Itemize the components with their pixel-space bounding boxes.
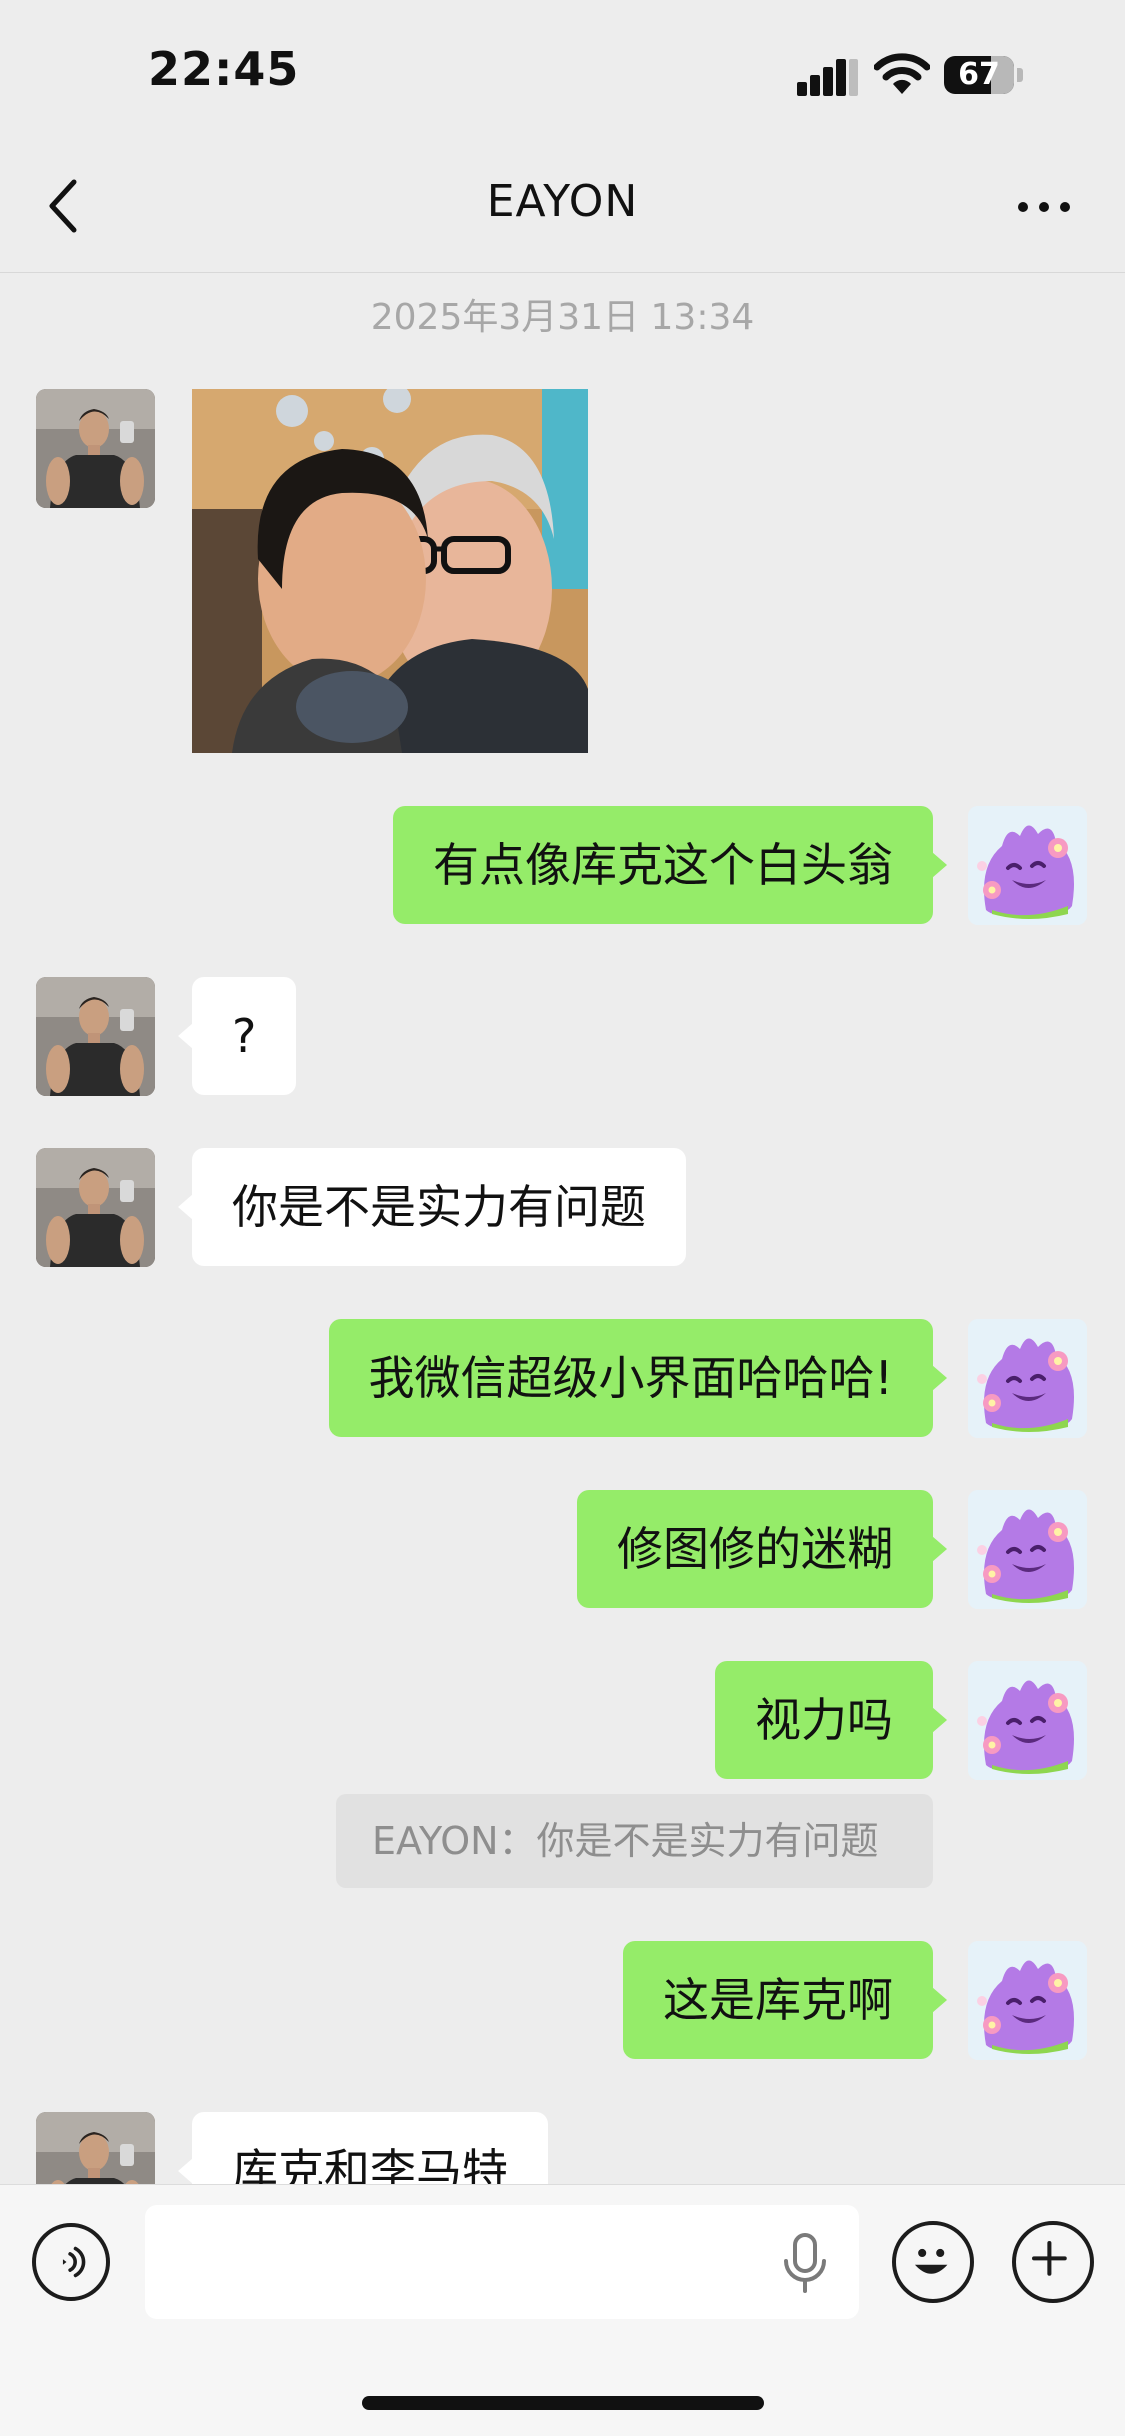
my-avatar[interactable] [968, 806, 1087, 925]
plus-icon [1032, 2241, 1067, 2276]
incoming-message-bubble[interactable]: 你是不是实力有问题 [178, 1148, 686, 1266]
wifi-icon [874, 53, 930, 94]
status-bar: 22:45 67 [0, 0, 1125, 140]
nav-bar: EAYON [0, 140, 1125, 273]
more-options-icon[interactable] [1012, 186, 1076, 226]
outgoing-message-bubble[interactable]: 视力吗 [715, 1661, 947, 1779]
outgoing-message-bubble[interactable]: 我微信超级小界面哈哈哈! [328, 1319, 948, 1437]
add-attachment-button[interactable] [1012, 2221, 1094, 2303]
battery-level: 67 [958, 57, 1000, 92]
microphone-icon[interactable] [782, 2233, 828, 2295]
my-avatar[interactable] [968, 1490, 1087, 1609]
battery-cap [1017, 68, 1023, 82]
message-input[interactable] [145, 2205, 859, 2319]
contact-avatar[interactable] [36, 389, 155, 508]
home-indicator[interactable] [362, 2396, 764, 2410]
outgoing-message-bubble[interactable]: 这是库克啊 [623, 1941, 947, 2059]
chat-title: EAYON [486, 176, 639, 227]
contact-avatar[interactable] [36, 1148, 155, 1267]
outgoing-message-bubble[interactable]: 有点像库克这个白头翁 [393, 806, 947, 924]
my-avatar[interactable] [968, 1941, 1087, 2060]
battery-icon: 67 [944, 56, 1014, 94]
shared-photo[interactable] [192, 389, 588, 753]
smiley-icon [914, 2248, 948, 2274]
outgoing-message-bubble[interactable]: 修图修的迷糊 [577, 1490, 947, 1608]
my-avatar[interactable] [968, 1319, 1087, 1438]
incoming-message-bubble[interactable]: ? [177, 977, 297, 1095]
voice-wave-icon [62, 2246, 86, 2278]
my-avatar[interactable] [968, 1661, 1087, 1780]
contact-avatar[interactable] [36, 977, 155, 1096]
status-time: 22:45 [148, 42, 300, 96]
voice-mode-button[interactable] [32, 2223, 110, 2301]
cellular-signal-icon [797, 59, 858, 96]
chat-screen: 22:45 67 EAYON 2025年3月31日 13:34 有点像库克这个白… [0, 0, 1125, 2436]
chat-timestamp: 2025年3月31日 13:34 [370, 297, 755, 338]
quoted-reply[interactable]: EAYON：你是不是实力有问题 [336, 1794, 933, 1888]
emoji-button[interactable] [892, 2221, 974, 2303]
